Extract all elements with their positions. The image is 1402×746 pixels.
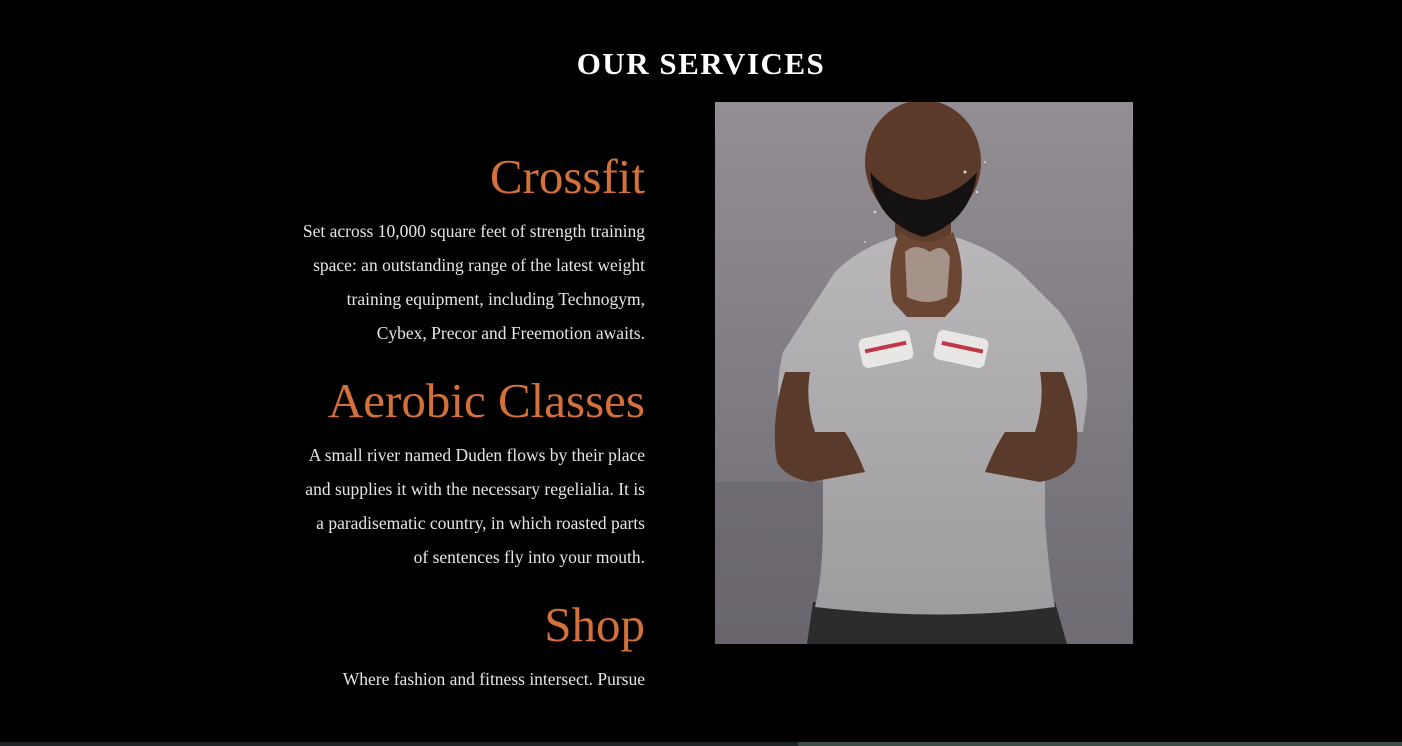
service-description: Set across 10,000 square feet of strengt…: [302, 221, 645, 343]
section-title: OUR SERVICES: [576, 46, 826, 81]
service-title: Crossfit: [489, 149, 645, 204]
trainer-photo: [715, 102, 1133, 644]
services-list: Crossfit Set across 10,000 square feet o…: [300, 148, 645, 718]
service-description: A small river named Duden flows by their…: [305, 445, 645, 567]
bottom-edge-bar-right: [798, 742, 1402, 746]
service-item-shop: Shop Where fashion and fitness intersect…: [300, 596, 645, 696]
service-item-crossfit: Crossfit Set across 10,000 square feet o…: [300, 148, 645, 350]
trainer-photo-illustration: [715, 102, 1133, 644]
service-title: Shop: [544, 597, 645, 652]
service-item-aerobic-classes: Aerobic Classes A small river named Dude…: [300, 372, 645, 574]
services-page: OUR SERVICES Crossfit Set across 10,000 …: [0, 0, 1402, 746]
service-title: Aerobic Classes: [327, 373, 645, 428]
service-description: Where fashion and fitness intersect. Pur…: [342, 669, 645, 689]
